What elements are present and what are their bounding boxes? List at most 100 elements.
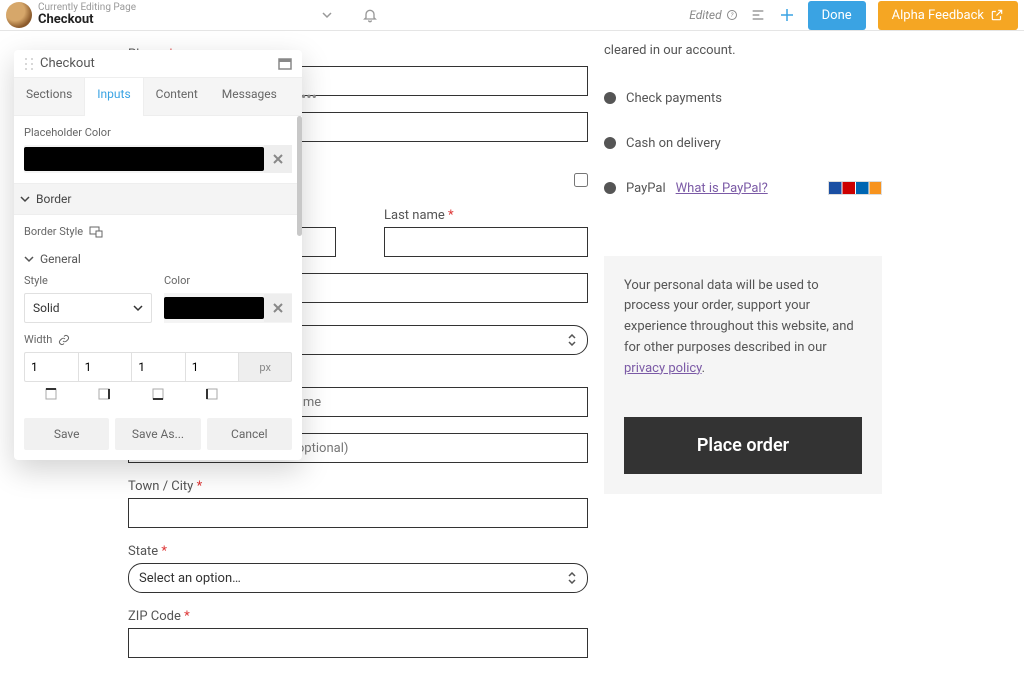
place-order-wrap: Place order (604, 399, 882, 494)
edited-indicator[interactable]: Edited ? (689, 8, 737, 22)
bank-transfer-note: cleared in our account. (604, 41, 882, 61)
responsive-icon[interactable] (89, 226, 103, 238)
radio-icon (604, 92, 616, 104)
panel-title: Checkout (40, 56, 278, 71)
border-style-select[interactable]: Solid (24, 293, 152, 323)
side-right-icon (78, 388, 132, 400)
top-bar: Currently Editing Page Checkout Edited ?… (0, 0, 1024, 31)
town-input[interactable] (128, 498, 588, 528)
tab-more-icon[interactable]: ••• (289, 78, 329, 115)
width-label-row: Width (24, 333, 292, 346)
payment-label: Cash on delivery (626, 136, 721, 151)
state-select[interactable]: Select an option… (128, 563, 588, 593)
last-name-input[interactable] (384, 227, 588, 257)
border-section-label: Border (36, 192, 71, 206)
payment-cards-icon (828, 181, 882, 195)
chevron-down-icon (24, 254, 34, 264)
payment-label: PayPal (626, 181, 666, 196)
clear-color-icon[interactable] (264, 294, 292, 322)
panel-tabs: Sections Inputs Content Messages ••• (14, 78, 302, 116)
clear-color-icon[interactable] (264, 145, 292, 173)
save-as-button[interactable]: Save As... (115, 418, 200, 450)
general-section-toggle[interactable]: General (24, 244, 292, 274)
border-section-toggle[interactable]: Border (14, 183, 302, 215)
tab-messages[interactable]: Messages (210, 78, 289, 115)
width-top-input[interactable] (24, 352, 78, 382)
color-label: Color (164, 274, 292, 287)
tab-sections[interactable]: Sections (14, 78, 84, 115)
link-values-icon[interactable] (58, 334, 70, 346)
side-spacer (238, 388, 292, 400)
style-color-row: Style Solid Color (24, 274, 292, 323)
page-switch-chevron-icon[interactable] (322, 10, 332, 20)
layout-icon[interactable] (750, 7, 766, 23)
width-side-icons (24, 388, 292, 400)
ship-checkbox[interactable] (574, 173, 588, 187)
payment-option-check[interactable]: Check payments (604, 91, 882, 106)
scrollbar-thumb[interactable] (297, 116, 302, 236)
side-top-icon (24, 388, 78, 400)
topbar-right: Edited ? Done Alpha Feedback (689, 1, 1018, 30)
radio-icon (604, 182, 616, 194)
color-swatch[interactable] (164, 297, 264, 319)
external-link-icon (990, 8, 1004, 22)
select-arrow-icon (567, 572, 577, 584)
width-label: Width (24, 333, 52, 346)
border-section-body: Border Style General Style Solid Color (24, 215, 292, 404)
app-logo-icon[interactable] (6, 2, 32, 28)
border-style-label: Border Style (24, 225, 292, 238)
color-swatch[interactable] (24, 147, 264, 171)
privacy-policy-link[interactable]: privacy policy (624, 361, 702, 376)
drag-handle-icon[interactable] (24, 57, 34, 71)
style-label: Style (24, 274, 152, 287)
town-label: Town / City * (128, 479, 588, 494)
privacy-disclaimer: Your personal data will be used to proce… (604, 256, 882, 400)
chevron-down-icon (133, 303, 143, 313)
width-unit[interactable]: px (238, 352, 292, 382)
page-name: Checkout (38, 13, 136, 27)
side-bottom-icon (131, 388, 185, 400)
place-order-button[interactable]: Place order (624, 417, 862, 474)
feedback-label: Alpha Feedback (892, 8, 984, 23)
border-color-picker[interactable] (164, 293, 292, 323)
width-inputs: px (24, 352, 292, 382)
save-button[interactable]: Save (24, 418, 109, 450)
edited-label: Edited (689, 8, 721, 22)
tab-inputs[interactable]: Inputs (84, 78, 143, 116)
payment-label: Check payments (626, 91, 722, 106)
zip-label: ZIP Code * (128, 609, 588, 624)
width-left-input[interactable] (185, 352, 239, 382)
chevron-down-icon (20, 194, 30, 204)
width-right-input[interactable] (78, 352, 132, 382)
style-value: Solid (33, 301, 60, 315)
notifications-bell-icon[interactable] (362, 7, 378, 23)
expand-panel-icon[interactable] (278, 58, 292, 70)
svg-text:?: ? (730, 12, 733, 19)
topbar-left: Currently Editing Page Checkout (0, 2, 378, 28)
editor-panel: Checkout Sections Inputs Content Message… (14, 50, 302, 460)
placeholder-color-picker[interactable] (24, 145, 292, 173)
payment-option-cod[interactable]: Cash on delivery (604, 136, 882, 151)
payment-column: cleared in our account. Check payments C… (604, 31, 882, 494)
zip-input[interactable] (128, 628, 588, 658)
panel-header[interactable]: Checkout (14, 50, 302, 78)
panel-body: Placeholder Color Border Border Style Ge… (14, 116, 302, 408)
general-label: General (40, 252, 81, 266)
alpha-feedback-button[interactable]: Alpha Feedback (878, 1, 1018, 30)
state-label: State * (128, 544, 588, 559)
panel-actions: Save Save As... Cancel (14, 408, 302, 460)
add-plus-icon[interactable] (778, 6, 796, 24)
last-name-label: Last name * (384, 208, 588, 223)
tab-content[interactable]: Content (144, 78, 210, 115)
disclaimer-text: Your personal data will be used to proce… (624, 278, 854, 355)
placeholder-color-label: Placeholder Color (24, 126, 292, 139)
page-info[interactable]: Currently Editing Page Checkout (38, 2, 136, 27)
done-button[interactable]: Done (808, 1, 866, 30)
width-bottom-input[interactable] (131, 352, 185, 382)
paypal-what-link[interactable]: What is PayPal? (676, 181, 768, 196)
select-arrow-icon (567, 334, 577, 346)
state-placeholder: Select an option… (139, 571, 241, 586)
payment-option-paypal[interactable]: PayPal What is PayPal? (604, 181, 882, 196)
cancel-button[interactable]: Cancel (207, 418, 292, 450)
radio-icon (604, 137, 616, 149)
